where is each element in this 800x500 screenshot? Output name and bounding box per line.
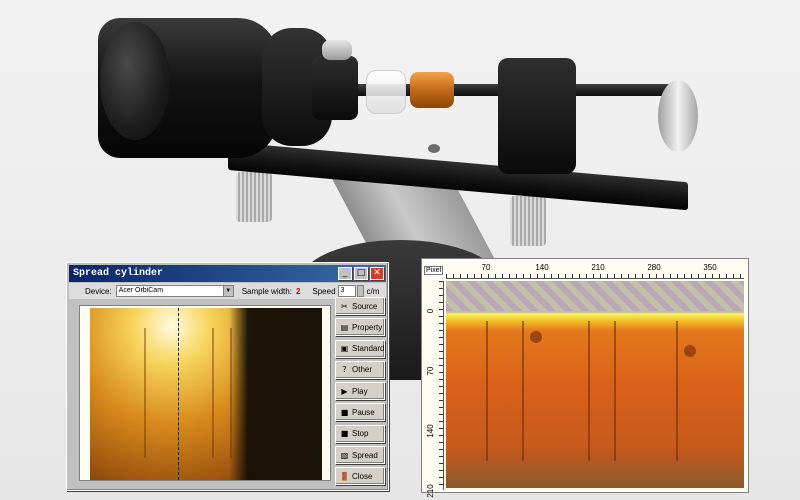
tailstock-cap — [658, 80, 698, 152]
ruler-tick-label: 280 — [647, 263, 661, 272]
standard-button[interactable]: ▣ Standard — [335, 339, 385, 358]
action-button-column: ✂ Source ▤ Property ▣ Standard? Other ▶ Play ■ Pau… — [335, 297, 385, 489]
surface-mark — [684, 345, 696, 357]
button-label: Source — [352, 301, 378, 311]
ruler-tick-label: 0 — [426, 308, 435, 314]
minimize-button[interactable]: _ — [338, 267, 352, 280]
spread-cylinder-window: Spread cylinder _ □ ✕ Device: Acer OrbiC… — [66, 262, 389, 491]
spread-button[interactable]: ▧ Spread — [335, 446, 385, 465]
ruler-tick-label: 140 — [426, 424, 435, 438]
top-pattern-band — [446, 281, 744, 311]
device-value: Acer OrbiCam — [118, 287, 164, 294]
property-icon: ▤ — [340, 322, 349, 332]
ruler-tick-label: 70 — [481, 263, 491, 272]
window-title: Spread cylinder — [73, 268, 164, 279]
spread-image — [446, 281, 744, 488]
source-button[interactable]: ✂ Source — [335, 297, 385, 315]
button-label: Pause — [352, 407, 375, 417]
ruler-tick-label: 70 — [426, 366, 435, 376]
ruler-tick-label: 210 — [426, 484, 435, 498]
device-select[interactable]: Acer OrbiCam ▼ — [115, 285, 234, 297]
button-label: Play — [352, 386, 368, 396]
camera-preview-frame — [79, 305, 331, 481]
vertical-ruler: 0 70 140 210 — [424, 281, 444, 498]
titlebar[interactable]: Spread cylinder _ □ ✕ — [69, 265, 386, 282]
maximize-button[interactable]: □ — [354, 267, 368, 280]
play-icon: ▶ — [341, 386, 348, 396]
standard-icon: ▣ — [340, 344, 349, 354]
button-label: Other — [352, 365, 373, 375]
texture-streak — [614, 321, 616, 461]
texture-streak — [676, 321, 678, 461]
sample-width-label: Sample width: — [241, 286, 292, 296]
horizontal-ruler: 70 140 210 280 350 — [446, 261, 744, 279]
button-label: Property — [352, 322, 383, 332]
texture-streak — [144, 328, 146, 458]
device-label: Device: — [85, 286, 112, 296]
dropdown-arrow-icon[interactable]: ▼ — [222, 286, 233, 296]
button-label: Close — [352, 471, 373, 481]
speed-input[interactable]: 3 — [337, 285, 356, 297]
button-label: Spread — [352, 450, 378, 460]
ruler-tick-label: 210 — [591, 263, 605, 272]
shaft-collar — [312, 56, 358, 120]
camera-preview — [90, 308, 322, 480]
property-button[interactable]: ▤ Property — [335, 318, 385, 337]
texture-streak — [588, 321, 590, 461]
play-button[interactable]: ▶ Play — [335, 382, 385, 401]
right-thumbscrew — [510, 196, 546, 246]
speed-unit: c/m — [366, 286, 380, 296]
stop-button[interactable]: ■ Stop — [335, 424, 385, 443]
button-label: Standard — [352, 344, 385, 354]
collar-knob — [322, 40, 352, 60]
left-thumbscrew — [236, 172, 272, 222]
clear-sleeve — [366, 70, 406, 114]
other-icon: ? — [342, 365, 347, 375]
pause-icon: ■ — [340, 407, 349, 417]
close-door-icon: 🚪 — [339, 471, 350, 481]
spread-icon: ▧ — [340, 450, 349, 460]
texture-streak — [486, 321, 488, 461]
pause-button[interactable]: ■ Pause — [335, 403, 385, 422]
close-button[interactable]: 🚪 Close — [335, 467, 385, 486]
rail-hole — [428, 144, 440, 153]
spread-image-panel: Pixel 70 140 210 280 350 0 70 140 210 — [421, 258, 749, 498]
ruler-tick-label: 140 — [535, 263, 549, 272]
sample-cylinder — [410, 72, 454, 108]
sample-width-value: 2 — [295, 286, 301, 296]
ruler-tick-label: 350 — [703, 263, 717, 272]
speed-spinner[interactable] — [356, 285, 364, 297]
tailstock-block — [498, 58, 576, 174]
scan-line[interactable] — [178, 308, 179, 480]
close-window-button[interactable]: ✕ — [370, 267, 384, 280]
other-button[interactable]: ? Other — [335, 360, 385, 379]
texture-streak — [212, 328, 214, 458]
texture-streak — [230, 328, 232, 458]
surface-mark — [530, 331, 542, 343]
pixel-unit-label: Pixel — [424, 266, 444, 275]
texture-streak — [522, 321, 524, 461]
speed-label: Speed — [312, 286, 336, 296]
button-label: Stop — [352, 429, 369, 439]
camera-rear-face — [100, 22, 170, 140]
source-icon: ✂ — [341, 301, 348, 311]
stop-icon: ■ — [340, 429, 349, 439]
